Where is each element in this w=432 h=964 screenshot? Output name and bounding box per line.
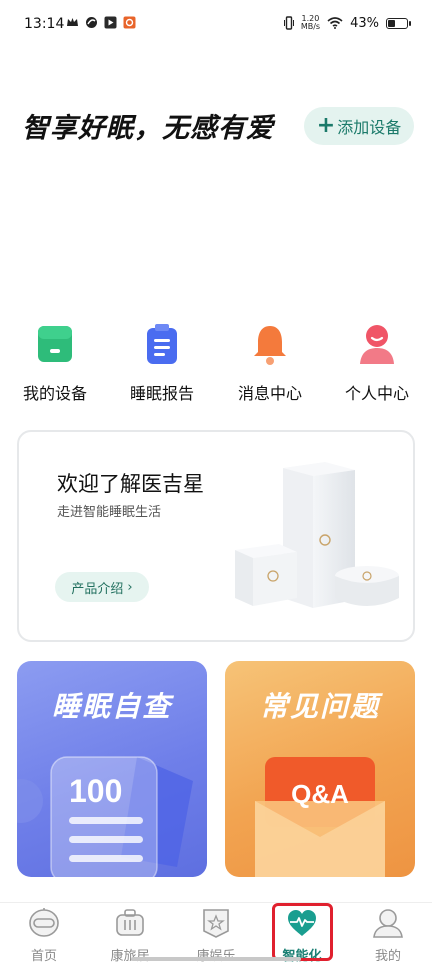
nav-label: 我的: [374, 949, 401, 964]
status-bar: 13:14 1.20 MB/s 43%: [0, 0, 432, 50]
bell-icon: [254, 326, 286, 365]
nav-label: 康旅居: [110, 949, 150, 964]
quick-entry-sleep-report[interactable]: 睡眠报告: [112, 322, 212, 404]
nav-item-health-travel[interactable]: 康旅居: [90, 907, 170, 964]
orange-app-icon: [123, 16, 136, 29]
quick-entry-personal-center[interactable]: 个人中心: [327, 322, 427, 404]
play-icon: [104, 16, 117, 29]
star-badge-icon: [203, 909, 229, 938]
page-headline: 智享好眠，无感有爱: [22, 113, 274, 144]
nav-label: 康娱乐: [176, 945, 256, 964]
heart-pulse-icon: [288, 910, 316, 936]
product-devices-image: [235, 462, 399, 608]
robot-face-icon: [29, 908, 59, 937]
nav-item-home[interactable]: 首页: [4, 907, 84, 964]
network-speed: 1.20 MB/s: [301, 15, 320, 31]
quick-entry-label: 我的设备: [22, 384, 87, 403]
bottom-navigation: 首页 康旅居 康娱乐 智能化: [0, 902, 432, 964]
quick-entries: 我的设备 睡眠报告 消息中心 个人中心: [0, 322, 432, 404]
battery-percent: 43%: [350, 15, 379, 31]
device-box-icon: [38, 326, 72, 362]
battery-icon: [386, 17, 411, 29]
battery-fill: [388, 19, 395, 27]
nav-label: 智能化: [282, 949, 322, 964]
sleep-self-check-tile[interactable]: 睡眠自查 100: [17, 661, 207, 877]
add-device-button[interactable]: + 添加设备: [304, 107, 414, 145]
person-icon: [360, 325, 394, 364]
vibrate-icon: [283, 16, 294, 30]
nav-label: 首页: [30, 949, 57, 964]
nav-item-mine[interactable]: 我的: [348, 907, 428, 964]
app-screen: 13:14 1.20 MB/s 43% 智享好眠，无感有爱 + 添加设备 我的设…: [0, 0, 432, 964]
sleep-check-title: 睡眠自查: [51, 690, 172, 723]
product-intro-label: 产品介绍: [71, 581, 124, 597]
report-clipboard-icon: [147, 324, 177, 364]
user-icon: [373, 909, 403, 938]
home-indicator[interactable]: [131, 957, 301, 961]
sleep-score-value: 100: [69, 773, 123, 809]
quick-entry-my-devices[interactable]: 我的设备: [5, 322, 105, 404]
chevron-right-icon: ›: [127, 579, 133, 595]
nav-item-smart[interactable]: 智能化: [262, 907, 342, 964]
quick-entry-label: 睡眠报告: [129, 384, 194, 403]
system-status: 1.20 MB/s 43%: [283, 15, 411, 31]
faq-tile[interactable]: 常见问题 Q&A: [225, 661, 415, 877]
nav-item-health-entertainment[interactable]: 康娱乐: [176, 907, 256, 964]
product-intro-button[interactable]: 产品介绍 ›: [55, 572, 149, 602]
plus-icon: +: [316, 113, 336, 138]
qa-badge: Q&A: [291, 779, 349, 809]
quick-entry-message-center[interactable]: 消息中心: [220, 322, 320, 404]
status-time: 13:14: [24, 16, 65, 32]
quick-entry-label: 个人中心: [344, 384, 409, 403]
suitcase-icon: [116, 909, 144, 936]
faq-title: 常见问题: [259, 690, 380, 723]
product-intro-card[interactable]: 欢迎了解医吉星 走进智能睡眠生活 产品介绍 ›: [17, 430, 415, 642]
notification-icons: [66, 16, 136, 29]
crown-icon: [67, 18, 78, 26]
product-card-title: 欢迎了解医吉星: [57, 472, 204, 496]
add-device-label: 添加设备: [337, 118, 402, 137]
product-card-subtitle: 走进智能睡眠生活: [57, 505, 162, 520]
quick-entry-label: 消息中心: [237, 384, 302, 403]
app-notification-icon: [86, 17, 97, 28]
net-speed-unit: MB/s: [300, 22, 321, 31]
wifi-icon: [327, 17, 343, 29]
